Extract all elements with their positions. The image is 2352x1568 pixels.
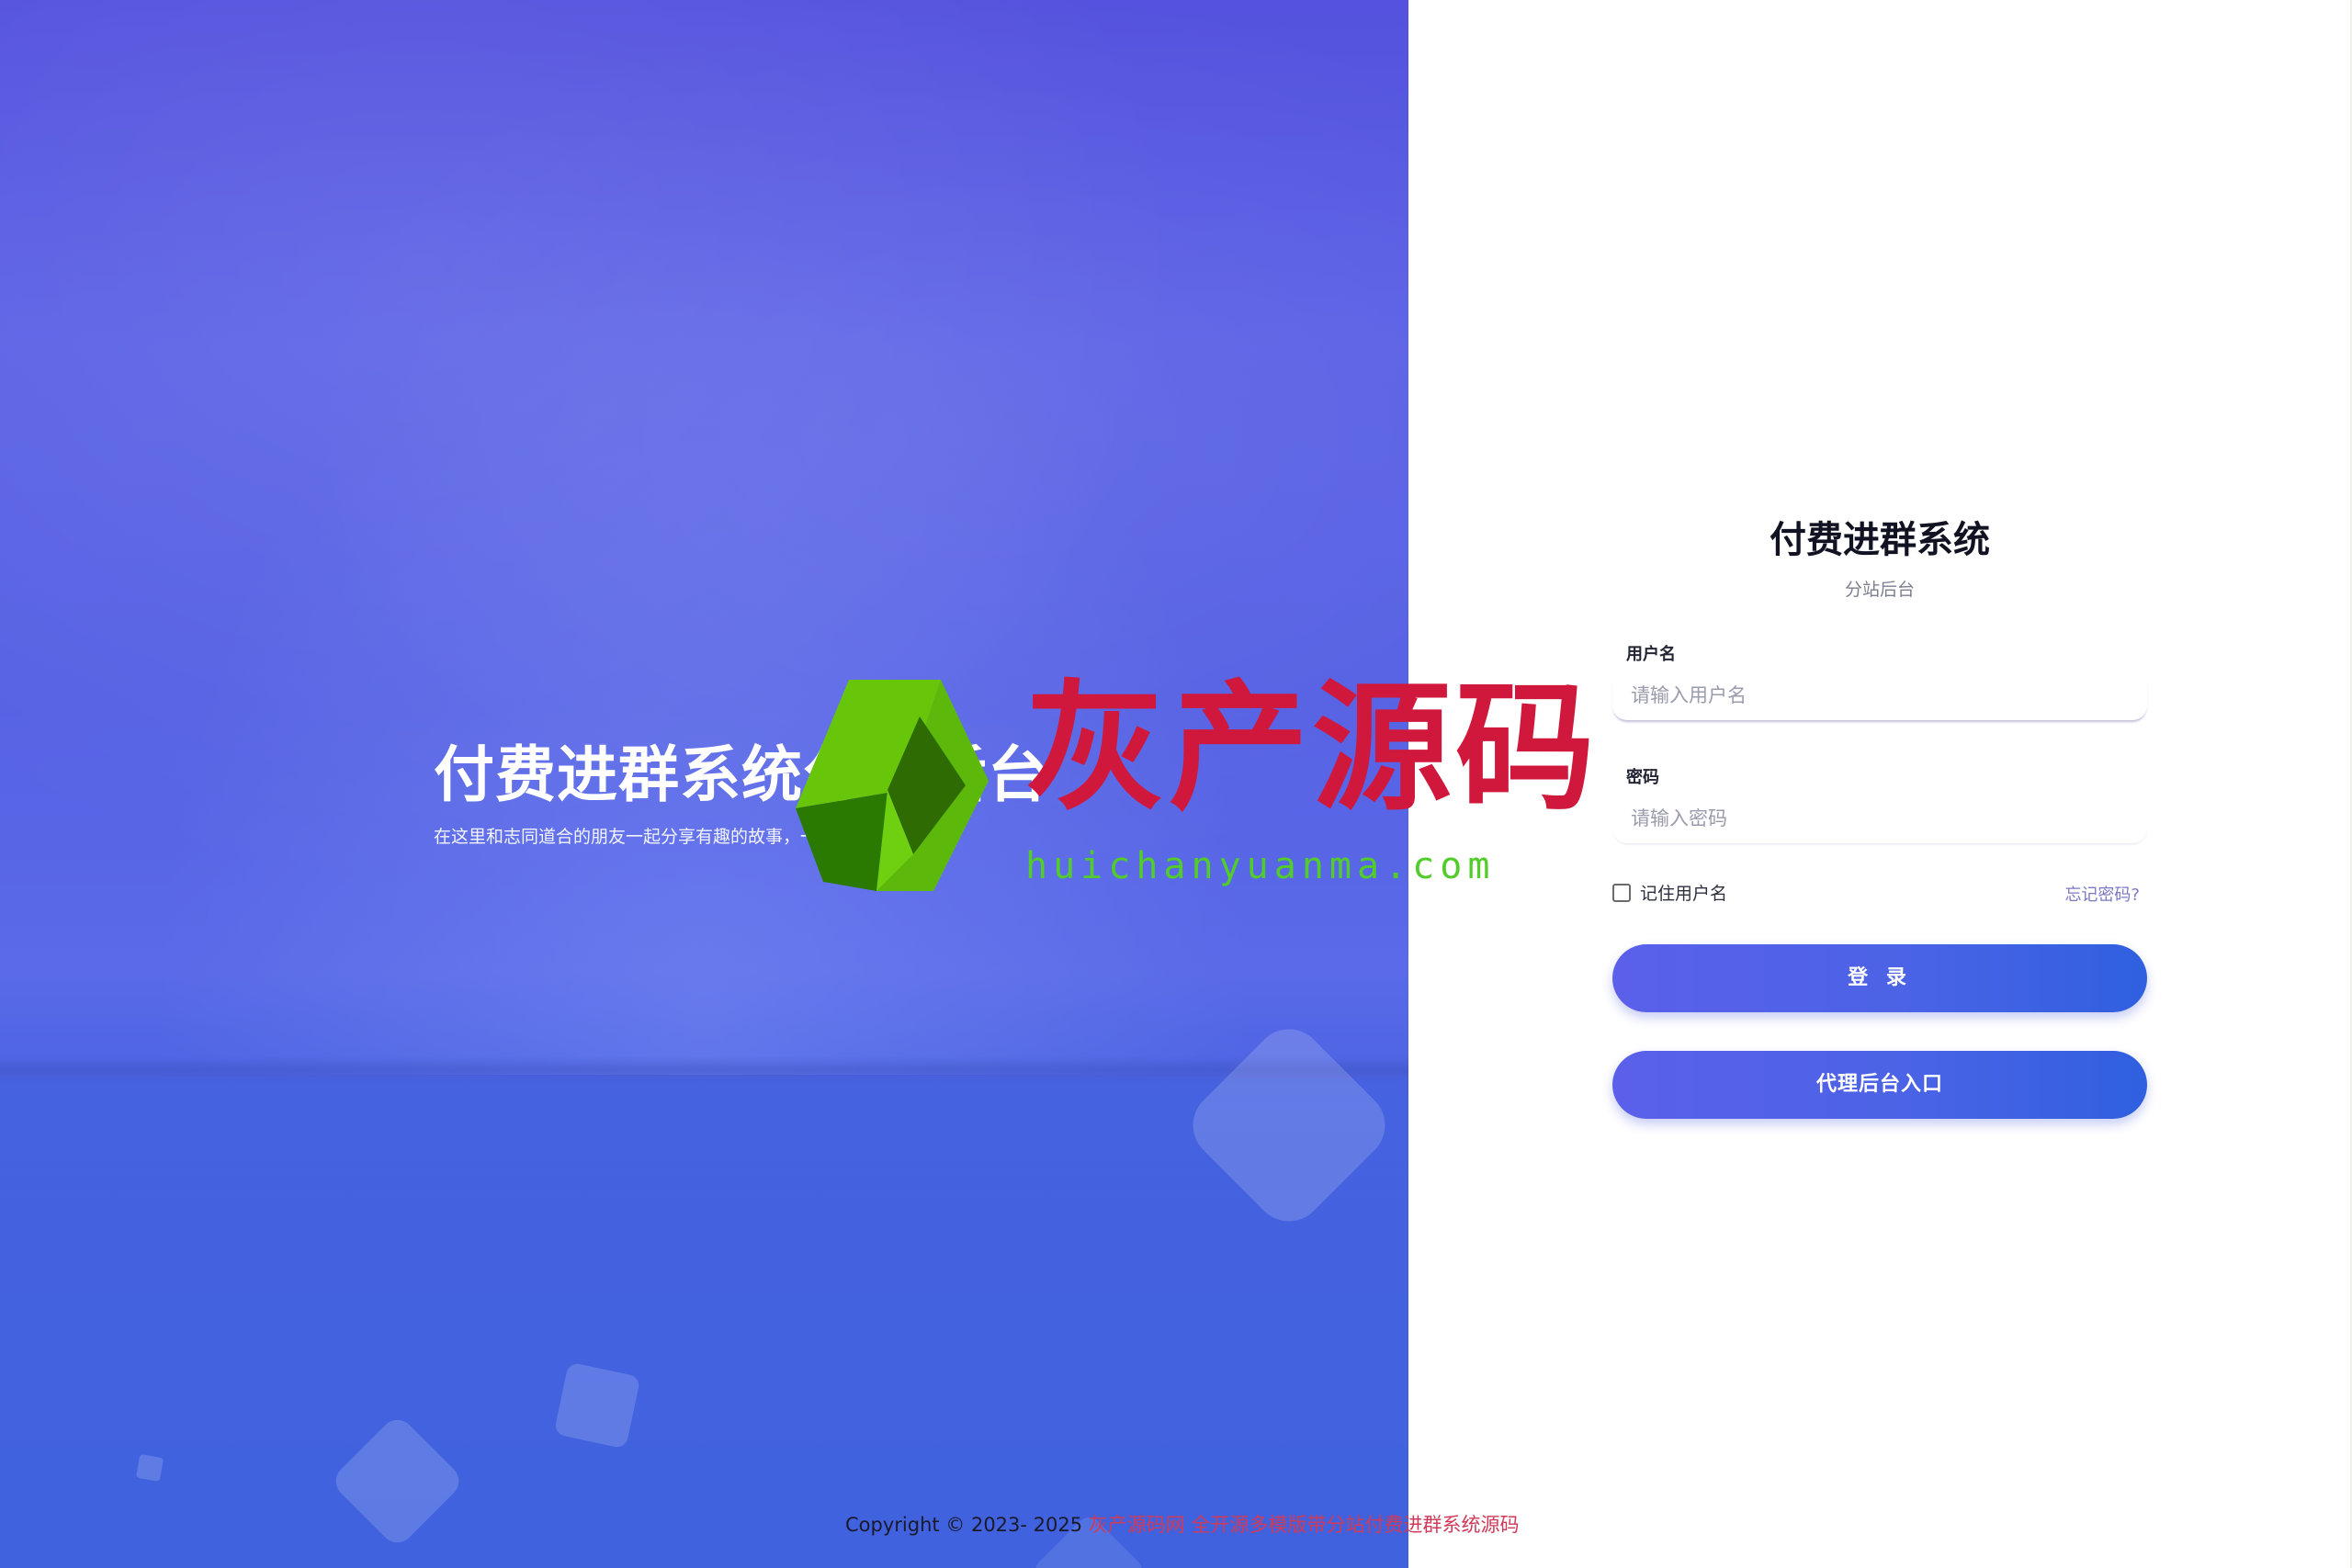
- username-label: 用户名: [1626, 645, 1676, 664]
- watermark-logo: [796, 680, 989, 891]
- login-button[interactable]: 登 录: [1612, 944, 2147, 1012]
- agent-portal-button[interactable]: 代理后台入口: [1612, 1051, 2147, 1119]
- password-input[interactable]: [1612, 794, 2147, 843]
- remember-username[interactable]: 记住用户名: [1612, 880, 1727, 905]
- remember-checkbox[interactable]: [1612, 883, 1631, 902]
- password-label: 密码: [1626, 768, 1659, 787]
- username-input[interactable]: [1612, 671, 2147, 720]
- login-title: 付费进群系统: [1770, 519, 1990, 561]
- forgot-password-link[interactable]: 忘记密码?: [2064, 882, 2140, 906]
- footer-copyright: Copyright © 2023- 2025: [845, 1514, 1089, 1536]
- password-field-group: 密码: [1612, 764, 2147, 843]
- sea-background: [0, 1079, 1408, 1568]
- watermark-text: 灰产源码: [1025, 665, 1599, 829]
- watermark-url: huichanyuanma.com: [1025, 845, 1496, 887]
- login-subtitle: 分站后台: [1844, 580, 1915, 600]
- remember-label: 记住用户名: [1640, 884, 1728, 904]
- footer: Copyright © 2023- 2025 灰产源码网 全开源多模版带分站付费…: [845, 1510, 1519, 1538]
- login-options: 记住用户名 忘记密码?: [1612, 880, 2147, 908]
- username-field-group: 用户名: [1612, 641, 2147, 720]
- decorative-shape: [553, 1361, 641, 1450]
- sky-background: [0, 0, 1408, 1075]
- footer-link[interactable]: 灰产源码网 全开源多模版带分站付费进群系统源码: [1089, 1514, 1520, 1536]
- decorative-shape: [135, 1453, 164, 1483]
- login-form: 付费进群系统 分站后台 用户名 密码 记住用户名 忘记密码? 登 录 代理后台入…: [1612, 510, 2147, 1119]
